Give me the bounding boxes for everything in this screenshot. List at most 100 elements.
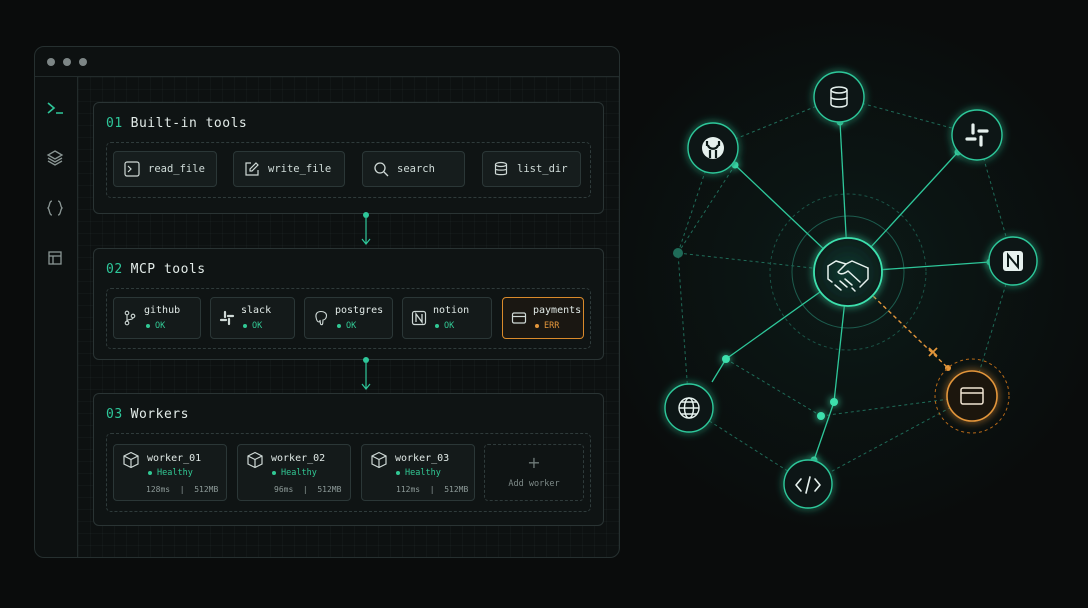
- database-node[interactable]: [813, 71, 865, 123]
- tool-label: search: [397, 163, 435, 175]
- worker-memory: 512MB: [194, 485, 219, 494]
- worker-name: worker_01: [147, 453, 202, 464]
- sidebar: [35, 77, 78, 557]
- code-node[interactable]: [783, 459, 833, 509]
- add-worker-label: Add worker: [508, 479, 560, 489]
- status-text: OK: [155, 321, 166, 331]
- network-diagram: [664, 71, 1038, 509]
- worker-status: Healthy: [148, 468, 193, 478]
- notion-icon: [1003, 251, 1023, 271]
- tool-read-file[interactable]: read_file: [113, 151, 217, 187]
- tool-search[interactable]: search: [362, 151, 465, 187]
- status-text: Healthy: [405, 468, 441, 478]
- terminal-icon[interactable]: [44, 97, 66, 119]
- worker-meta: 112ms | 512MB: [396, 485, 469, 494]
- notion-icon: [411, 310, 427, 326]
- worker-latency: 128ms: [146, 485, 171, 494]
- braces-icon[interactable]: [44, 197, 66, 219]
- worker-card[interactable]: worker_02 Healthy 96ms | 512MB: [237, 444, 351, 501]
- slack-icon: [219, 310, 235, 326]
- flow-connector: [361, 212, 371, 245]
- idle-node-dot: [673, 248, 683, 258]
- mcp-tool-status: OK: [435, 321, 454, 331]
- mcp-tool-name: notion: [433, 305, 470, 316]
- workers-group: worker_01 Healthy 128ms | 512MB worker_0…: [106, 433, 591, 512]
- status-text: OK: [252, 321, 263, 331]
- cube-icon: [123, 451, 139, 469]
- worker-card[interactable]: worker_01 Healthy 128ms | 512MB: [113, 444, 227, 501]
- window-close-dot[interactable]: [47, 57, 55, 66]
- globe-node[interactable]: [664, 383, 714, 433]
- section-number: 01: [106, 116, 123, 131]
- mcp-tools-group: github OK slack OK postgres OK notion OK: [106, 288, 591, 349]
- cube-icon: [371, 451, 387, 469]
- app-window: 01 Built-in tools read_file write_file se…: [34, 46, 620, 558]
- window-titlebar: [35, 47, 619, 77]
- status-text: OK: [346, 321, 357, 331]
- status-text: Healthy: [157, 468, 193, 478]
- tool-write-file[interactable]: write_file: [233, 151, 345, 187]
- mcp-tool-payments[interactable]: payments ERR: [502, 297, 584, 339]
- section-title: 01 Built-in tools: [106, 116, 247, 131]
- tool-list-dir[interactable]: list_dir: [482, 151, 581, 187]
- worker-status: Healthy: [396, 468, 441, 478]
- payments-node[interactable]: [934, 358, 1010, 434]
- flow-connector: [361, 357, 371, 390]
- mcp-tool-status: ERR: [535, 321, 559, 331]
- section-number: 03: [106, 407, 123, 422]
- layout-icon[interactable]: [44, 247, 66, 269]
- tool-label: list_dir: [517, 163, 568, 175]
- section-title-text: MCP tools: [130, 262, 206, 277]
- window-minimize-dot[interactable]: [63, 57, 71, 66]
- error-x-icon: [928, 347, 938, 357]
- slack-node[interactable]: [951, 109, 1003, 161]
- mcp-tool-status: OK: [146, 321, 165, 331]
- workers-section: 03 Workers worker_01 Healthy 128ms | 512M…: [93, 393, 604, 526]
- mcp-tool-name: payments: [533, 305, 582, 316]
- edit-icon: [245, 162, 259, 176]
- builtin-tools-group: read_file write_file search list_dir: [106, 142, 591, 198]
- worker-memory: 512MB: [317, 485, 342, 494]
- notion-node[interactable]: [988, 236, 1038, 286]
- mcp-tool-github[interactable]: github OK: [113, 297, 201, 339]
- mcp-tool-status: OK: [337, 321, 356, 331]
- tool-label: read_file: [148, 163, 205, 175]
- worker-status: Healthy: [272, 468, 317, 478]
- add-worker-button[interactable]: + Add worker: [484, 444, 584, 501]
- credit-card-icon: [511, 312, 527, 324]
- status-text: ERR: [544, 321, 560, 331]
- status-text: Healthy: [281, 468, 317, 478]
- mcp-tool-postgres[interactable]: postgres OK: [304, 297, 393, 339]
- mcp-tool-name: postgres: [335, 305, 384, 316]
- worker-meta: 128ms | 512MB: [146, 485, 219, 494]
- mcp-tool-slack[interactable]: slack OK: [210, 297, 295, 339]
- mcp-tools-section: 02 MCP tools github OK slack OK postgres …: [93, 248, 604, 360]
- database-icon: [494, 161, 508, 176]
- git-branch-icon: [124, 310, 136, 326]
- postgres-icon: [315, 310, 328, 326]
- worker-card[interactable]: worker_03 Healthy 112ms | 512MB: [361, 444, 475, 501]
- section-title-text: Workers: [130, 407, 189, 422]
- mcp-tool-name: github: [144, 305, 181, 316]
- builtin-tools-section: 01 Built-in tools read_file write_file se…: [93, 102, 604, 214]
- section-title: 02 MCP tools: [106, 262, 206, 277]
- worker-memory: 512MB: [444, 485, 469, 494]
- section-title: 03 Workers: [106, 407, 189, 422]
- worker-meta: 96ms | 512MB: [274, 485, 342, 494]
- worker-name: worker_02: [271, 453, 326, 464]
- tool-label: write_file: [268, 163, 332, 175]
- layers-icon[interactable]: [44, 147, 66, 169]
- worker-latency: 112ms: [396, 485, 421, 494]
- worker-name: worker_03: [395, 453, 450, 464]
- github-node[interactable]: [687, 122, 739, 174]
- section-number: 02: [106, 262, 123, 277]
- window-maximize-dot[interactable]: [79, 57, 87, 66]
- mcp-tool-status: OK: [243, 321, 262, 331]
- section-title-text: Built-in tools: [130, 116, 248, 131]
- status-text: OK: [444, 321, 455, 331]
- cube-icon: [247, 451, 263, 469]
- handshake-hub[interactable]: [813, 237, 883, 307]
- terminal-icon: [124, 161, 140, 177]
- github-icon: [702, 137, 724, 159]
- mcp-tool-notion[interactable]: notion OK: [402, 297, 492, 339]
